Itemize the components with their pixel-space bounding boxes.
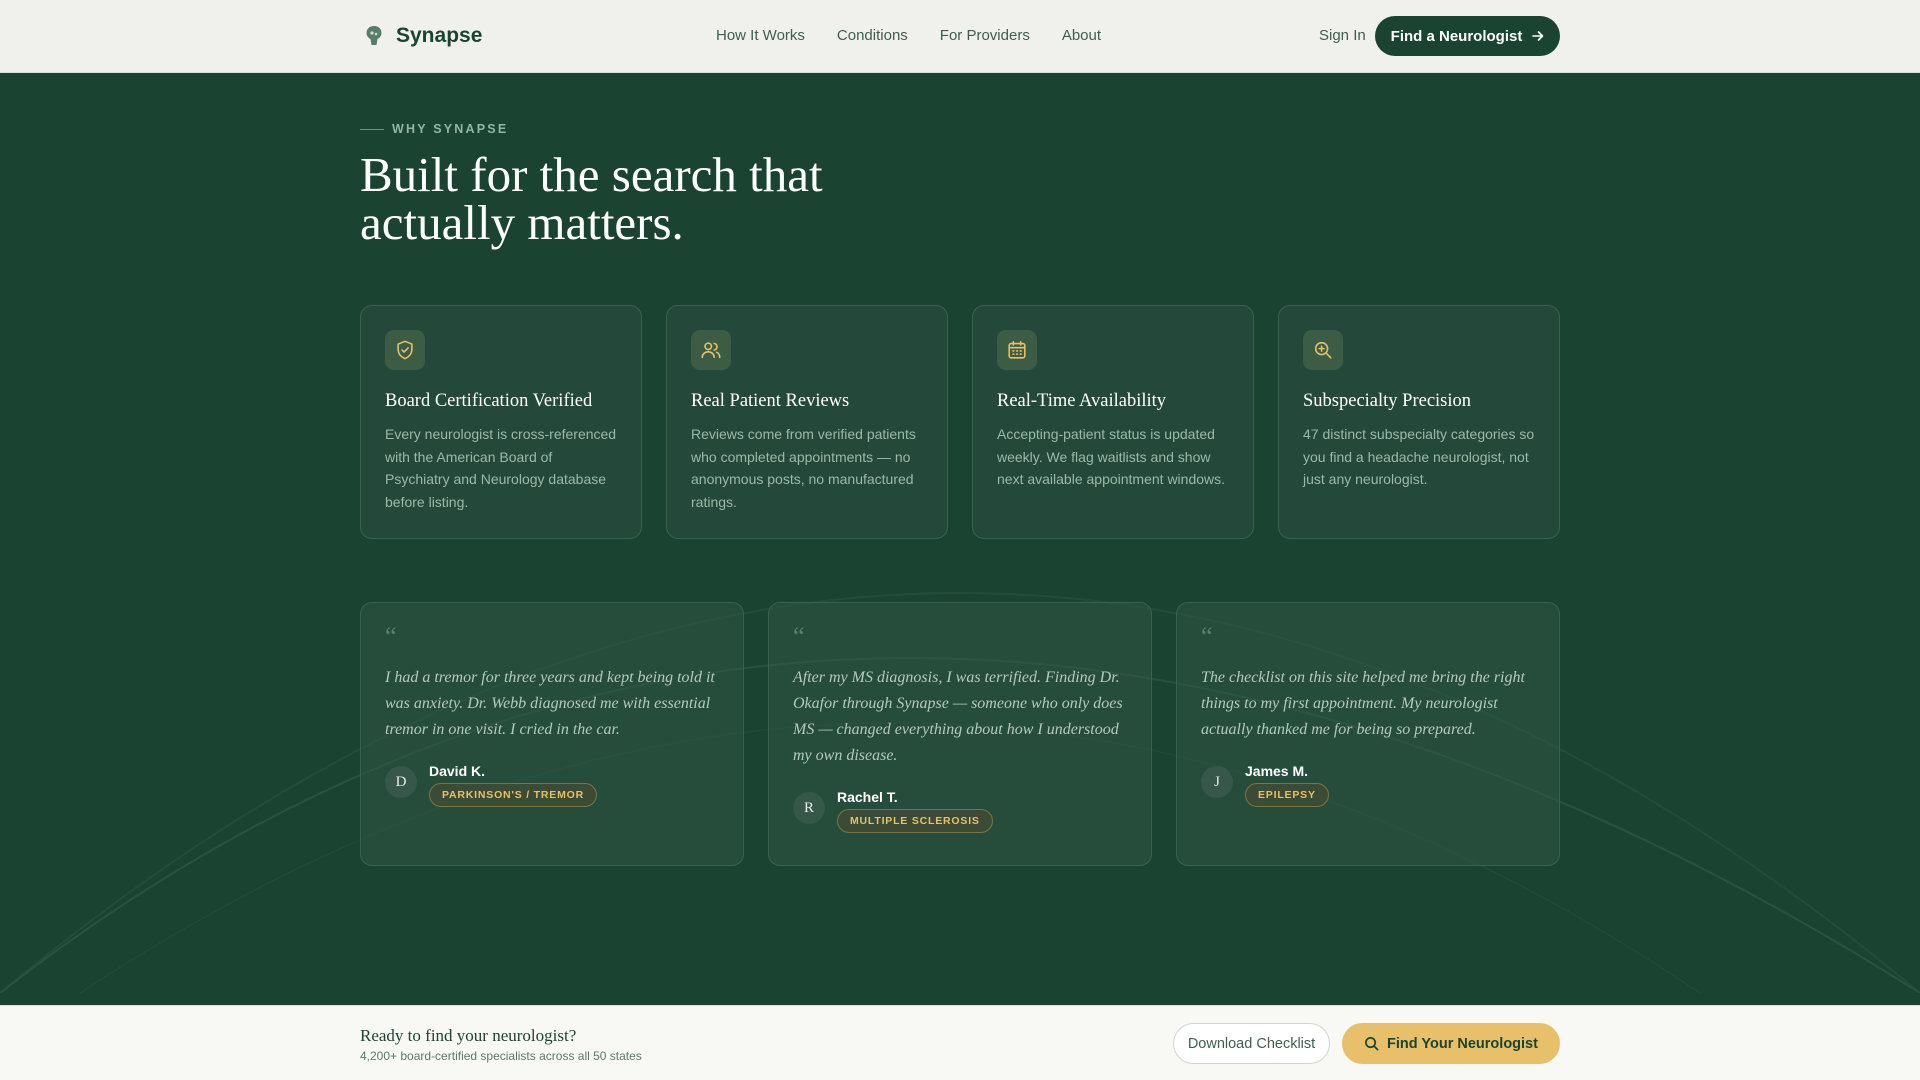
testimonial-author: R Rachel T. MULTIPLE SCLEROSIS bbox=[793, 789, 1127, 833]
users-icon bbox=[691, 330, 731, 370]
feature-card-patient-reviews: Real Patient Reviews Reviews come from v… bbox=[666, 305, 948, 539]
feature-title: Board Certification Verified bbox=[385, 391, 593, 411]
condition-badge: MULTIPLE SCLEROSIS bbox=[837, 809, 993, 833]
author-name: Rachel T. bbox=[837, 789, 898, 805]
testimonial-quote: After my MS diagnosis, I was terrified. … bbox=[793, 669, 1123, 764]
search-icon bbox=[1364, 1036, 1379, 1051]
testimonial-quote: I had a tremor for three years and kept … bbox=[385, 669, 715, 738]
testimonial-quote: The checklist on this site helped me bri… bbox=[1201, 669, 1525, 738]
find-your-neurologist-label: Find Your Neurologist bbox=[1387, 1035, 1538, 1052]
feature-body: 47 distinct subspecialty categories so y… bbox=[1303, 426, 1535, 487]
shield-check-icon bbox=[385, 330, 425, 370]
feature-title: Subspecialty Precision bbox=[1303, 391, 1472, 411]
nav-for-providers[interactable]: For Providers bbox=[940, 27, 1030, 44]
feature-body: Reviews come from verified patients who … bbox=[691, 426, 916, 510]
eyebrow-text: WHY SYNAPSE bbox=[392, 122, 509, 136]
feature-card-board-certification: Board Certification Verified Every neuro… bbox=[360, 305, 642, 539]
find-a-neurologist-label: Find a Neurologist bbox=[1390, 27, 1523, 45]
testimonial-author: J James M. EPILEPSY bbox=[1201, 763, 1535, 807]
condition-badge: EPILEPSY bbox=[1245, 783, 1329, 807]
feature-title: Real-Time Availability bbox=[997, 391, 1167, 411]
avatar: R bbox=[793, 792, 825, 824]
section-eyebrow: WHY SYNAPSE bbox=[360, 122, 508, 136]
zoom-in-icon bbox=[1303, 330, 1343, 370]
main-nav: How It Works Conditions For Providers Ab… bbox=[716, 27, 1133, 44]
top-navigation-bar: Synapse How It Works Conditions For Prov… bbox=[0, 0, 1920, 73]
headline-line-1: Built for the search that bbox=[360, 147, 823, 202]
testimonial-card-james: “ The checklist on this site helped me b… bbox=[1176, 602, 1560, 866]
avatar: J bbox=[1201, 766, 1233, 798]
cta-subtitle: 4,200+ board-certified specialists acros… bbox=[360, 1049, 642, 1063]
feature-title: Real Patient Reviews bbox=[691, 391, 850, 411]
sticky-cta-bar: Ready to find your neurologist? 4,200+ b… bbox=[0, 1005, 1920, 1080]
nav-how-it-works[interactable]: How It Works bbox=[716, 27, 805, 44]
author-name: David K. bbox=[429, 763, 486, 779]
quote-icon: “ bbox=[793, 622, 805, 651]
nav-about[interactable]: About bbox=[1062, 27, 1101, 44]
calendar-icon bbox=[997, 330, 1037, 370]
eyebrow-line bbox=[360, 128, 384, 130]
brand-logo[interactable]: Synapse bbox=[362, 23, 482, 49]
download-checklist-button[interactable]: Download Checklist bbox=[1173, 1023, 1330, 1064]
quote-icon: “ bbox=[1201, 622, 1213, 651]
brain-logo-icon bbox=[362, 23, 386, 49]
arrow-right-icon bbox=[1532, 30, 1544, 42]
quote-icon: “ bbox=[385, 622, 397, 651]
avatar: D bbox=[385, 766, 417, 798]
feature-card-availability: Real-Time Availability Accepting-patient… bbox=[972, 305, 1254, 539]
nav-conditions[interactable]: Conditions bbox=[837, 27, 908, 44]
feature-body: Every neurologist is cross-referenced wi… bbox=[385, 426, 617, 510]
headline-line-2: actually matters. bbox=[360, 195, 684, 250]
find-a-neurologist-button[interactable]: Find a Neurologist bbox=[1375, 16, 1560, 56]
find-your-neurologist-button[interactable]: Find Your Neurologist bbox=[1342, 1023, 1560, 1064]
feature-card-subspecialty: Subspecialty Precision 47 distinct subsp… bbox=[1278, 305, 1560, 539]
testimonial-card-rachel: “ After my MS diagnosis, I was terrified… bbox=[768, 602, 1152, 866]
feature-body: Accepting-patient status is updated week… bbox=[997, 426, 1226, 487]
cta-title: Ready to find your neurologist? bbox=[360, 1026, 577, 1045]
sign-in-link[interactable]: Sign In bbox=[1319, 27, 1366, 44]
author-name: James M. bbox=[1245, 763, 1309, 779]
testimonial-card-david: “ I had a tremor for three years and kep… bbox=[360, 602, 744, 866]
section-headline: Built for the search that actually matte… bbox=[360, 150, 960, 250]
brand-name: Synapse bbox=[396, 24, 483, 47]
testimonial-author: D David K. PARKINSON'S / TREMOR bbox=[385, 763, 719, 807]
condition-badge: PARKINSON'S / TREMOR bbox=[429, 783, 597, 807]
